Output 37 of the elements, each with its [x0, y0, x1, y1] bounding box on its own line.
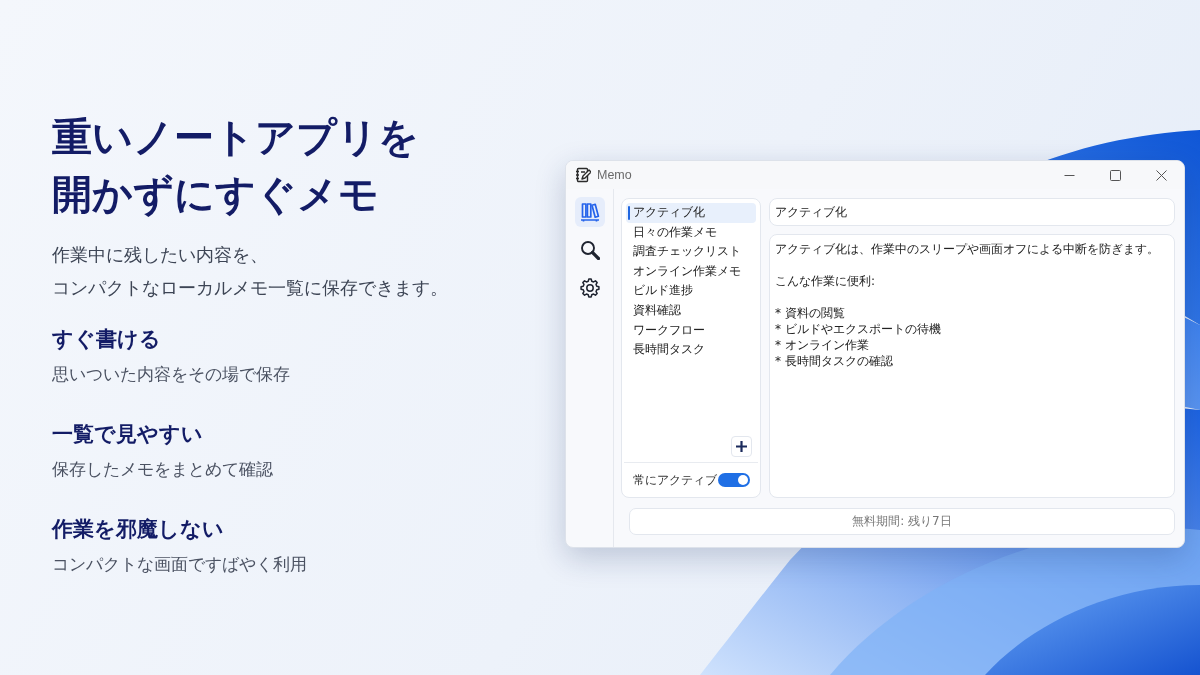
headline: 重いノートアプリを開かずにすぐメモ: [52, 113, 420, 219]
feature-title: 作業を邪魔しない: [52, 516, 224, 543]
memo-list-item[interactable]: ワークフロー: [626, 320, 756, 341]
memo-list-item[interactable]: 長時間タスク: [626, 340, 756, 360]
memo-list-item[interactable]: アクティブ化: [626, 203, 756, 223]
notepad-icon: [575, 167, 591, 183]
memo-list-item[interactable]: 日々の作業メモ: [626, 222, 756, 243]
memo-text-line: こんな作業に便利:: [775, 273, 876, 289]
plus-icon: [736, 441, 747, 452]
memo-body-field[interactable]: アクティブ化は、作業中のスリープや画面オフによる中断を防ぎます。 こんな作業に便利: * 資料の閲覧 * ビルドやエクスポートの待機 * オンライン作業 * 長時間タスクの確認: [769, 234, 1175, 498]
close-icon: [1155, 169, 1167, 181]
trial-status-bar: 無料期間: 残り7日: [629, 508, 1175, 535]
add-button[interactable]: [731, 436, 752, 457]
memo-text-line: * ビルドやエクスポートの待機: [775, 321, 941, 337]
feature-description: 保存したメモをまとめて確認: [52, 458, 273, 481]
feature-description: コンパクトな画面ですばやく利用: [52, 553, 307, 576]
feature-title: すぐ書ける: [52, 326, 161, 353]
memo-list-item[interactable]: 資料確認: [626, 300, 756, 321]
feature-title: 一覧で見やすい: [52, 421, 203, 448]
feature-description: 思いついた内容をその場で保存: [52, 363, 290, 386]
memo-text-line: * 資料の閲覧: [775, 305, 845, 321]
memo-list-item[interactable]: ビルド進捗: [626, 281, 756, 301]
subtitle-text: 作業中に残したい内容を、: [52, 243, 268, 267]
memo-list-item[interactable]: 調査チェックリスト: [626, 242, 756, 262]
memo-title-field[interactable]: アクティブ化: [769, 198, 1175, 226]
maximize-icon: [1109, 169, 1121, 181]
memo-text-line: * 長時間タスクの確認: [775, 353, 893, 369]
toggle-label: 常にアクティブ: [633, 471, 717, 489]
subtitle-text: コンパクトなローカルメモ一覧に保存できます。: [52, 276, 448, 300]
settings-icon: [579, 278, 600, 298]
memo-text-line: アクティブ化は、作業中のスリープや画面オフによる中断を防ぎます。: [775, 241, 1159, 257]
books-icon: [579, 202, 600, 222]
window-title: Memo: [597, 168, 632, 182]
memo-text-line: * オンライン作業: [775, 337, 869, 353]
memo-list-item[interactable]: オンライン作業メモ: [626, 261, 756, 282]
search-icon: [579, 240, 600, 260]
always-active-toggle[interactable]: [718, 473, 750, 487]
